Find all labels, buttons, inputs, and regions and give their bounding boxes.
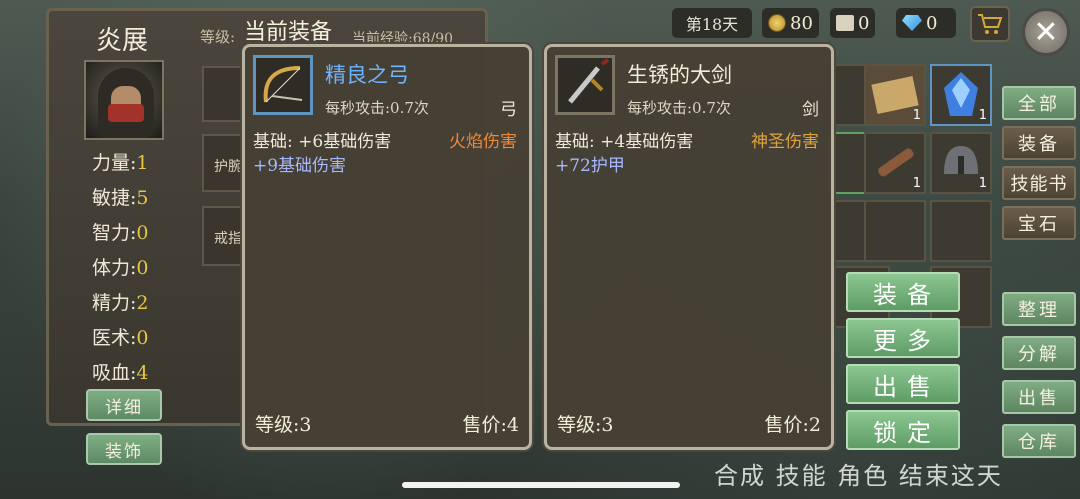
stat-row: 医术:0	[92, 327, 149, 349]
base-stat: 基础: +6基础伤害	[253, 132, 392, 152]
coin-icon	[768, 14, 786, 32]
decor-button[interactable]: 装饰	[86, 433, 162, 465]
dismantle-button[interactable]: 分解	[1002, 336, 1076, 370]
inventory-slot[interactable]: 1	[864, 132, 926, 194]
bonus-stat: +9基础伤害	[253, 156, 347, 176]
attack-speed: 每秒攻击:0.7次	[325, 99, 429, 117]
lock-button[interactable]: 锁定	[846, 410, 960, 450]
sort-button[interactable]: 整理	[1002, 292, 1076, 326]
item-price: 售价:4	[462, 414, 520, 436]
gem-icon	[902, 15, 922, 31]
tab-skillbooks[interactable]: 技能书	[1002, 166, 1076, 200]
home-indicator[interactable]	[402, 482, 680, 488]
attack-speed: 每秒攻击:0.7次	[627, 99, 731, 117]
item-card-bow: 精良之弓 每秒攻击:0.7次 弓 基础: +6基础伤害 火焰伤害 +9基础伤害 …	[242, 44, 532, 450]
stat-row: 智力:0	[92, 222, 149, 244]
inventory-slot[interactable]	[864, 200, 926, 262]
tab-all[interactable]: 全部	[1002, 86, 1076, 120]
stat-row: 精力:2	[92, 292, 149, 314]
stats-list: 力量:1 敏捷:5 智力:0 体力:0 精力:2 医术:0 吸血:4	[92, 146, 149, 391]
item-price: 售价:2	[764, 414, 822, 436]
inventory-slot[interactable]	[930, 200, 992, 262]
warehouse-button[interactable]: 仓库	[1002, 424, 1076, 458]
element-damage: 神圣伤害	[751, 132, 819, 152]
sell-button[interactable]: 出售	[846, 364, 960, 404]
more-button[interactable]: 更多	[846, 318, 960, 358]
item-name: 精良之弓	[325, 63, 409, 87]
item-level: 等级:3	[255, 414, 312, 436]
equip-button[interactable]: 装备	[846, 272, 960, 312]
tab-equipment[interactable]: 装备	[1002, 126, 1076, 160]
ticket-icon	[836, 15, 854, 31]
stat-row: 体力:0	[92, 257, 149, 279]
bonus-stat: +72护甲	[555, 156, 625, 176]
base-stat: 基础: +4基础伤害	[555, 132, 694, 152]
character-level: 等级:	[200, 28, 236, 46]
item-type: 弓	[500, 100, 517, 120]
inventory-slot[interactable]: 1	[930, 64, 992, 126]
item-type: 剑	[802, 100, 819, 120]
bottom-nav-text: 合成 技能 角色 结束这天	[714, 462, 1003, 490]
item-name: 生锈的大剑	[627, 63, 732, 87]
stat-row: 吸血:4	[92, 362, 149, 384]
cart-icon[interactable]	[970, 6, 1010, 42]
stat-row: 敏捷:5	[92, 187, 149, 209]
character-name: 炎展	[96, 26, 149, 56]
coin-counter: 80	[762, 8, 819, 38]
ticket-counter: 0	[830, 8, 876, 38]
sell-side-button[interactable]: 出售	[1002, 380, 1076, 414]
mask-shape	[108, 104, 144, 122]
bow-icon	[253, 55, 313, 115]
inventory-slot[interactable]: 1	[930, 132, 992, 194]
day-counter: 第18天	[672, 8, 752, 38]
current-equipment-title: 当前装备	[244, 20, 333, 45]
sword-icon	[555, 55, 615, 115]
gem-counter: 0	[896, 8, 956, 38]
detail-button[interactable]: 详细	[86, 389, 162, 421]
item-card-sword: 生锈的大剑 每秒攻击:0.7次 剑 基础: +4基础伤害 神圣伤害 +72护甲 …	[544, 44, 834, 450]
stat-row: 力量:1	[92, 152, 149, 174]
element-damage: 火焰伤害	[449, 132, 517, 152]
item-level: 等级:3	[557, 414, 614, 436]
close-icon[interactable]: ✕	[1022, 8, 1070, 56]
inventory-slot[interactable]: 1	[864, 64, 926, 126]
character-avatar	[84, 60, 164, 140]
tab-gems[interactable]: 宝石	[1002, 206, 1076, 240]
